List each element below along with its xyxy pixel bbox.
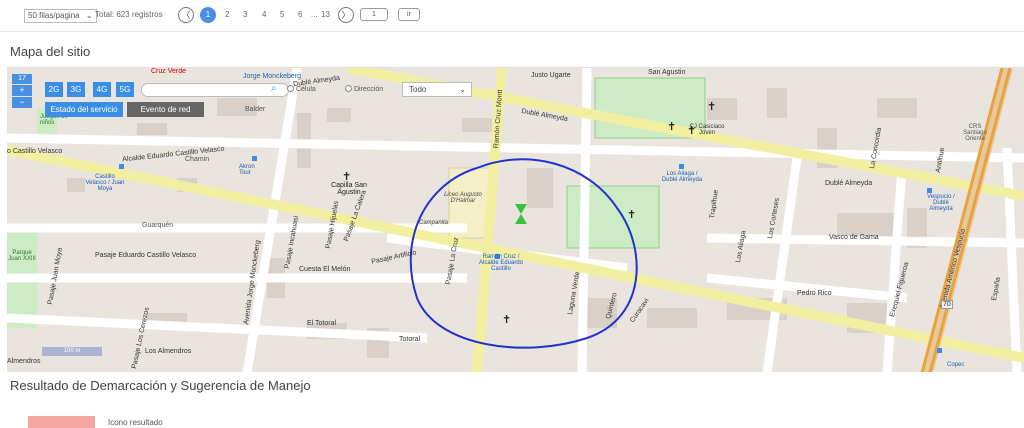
map-label: Pasaje Eduardo Castillo Velasco — [95, 252, 197, 259]
go-button[interactable]: ir — [398, 8, 420, 21]
map-label: Pedro Rico — [797, 290, 832, 297]
page-number-input[interactable]: 1 — [360, 8, 388, 21]
next-page-button[interactable]: 〉 — [338, 7, 354, 23]
map-label: Totoral — [399, 336, 421, 343]
map-label: Vespucio / Dublé Almeyda — [927, 194, 955, 212]
map-label: Justo Ugarte — [531, 72, 571, 79]
route-marker: 70 — [941, 300, 953, 309]
site-marker-icon — [515, 214, 527, 224]
map-label: Cruz Verde — [151, 68, 187, 75]
network-event-button[interactable]: Evento de red — [127, 102, 204, 117]
svg-text:✝: ✝ — [627, 209, 636, 221]
network-2g-button[interactable]: 2G — [45, 82, 63, 97]
page-13-button[interactable]: 13 — [321, 10, 330, 19]
search-icon[interactable]: ⌕ — [271, 83, 277, 94]
zoom-in-button[interactable]: + — [12, 85, 32, 96]
rows-per-page-value: 50 filas/pagina — [28, 11, 80, 20]
rows-per-page-select[interactable]: 50 filas/pagina ⌄ — [24, 9, 97, 23]
map-label: CJ Casiciaco Joven — [689, 124, 725, 136]
radio-cell-label: Célula — [295, 86, 316, 93]
svg-text:✝: ✝ — [707, 101, 716, 113]
service-status-button[interactable]: Estado del servicio — [45, 102, 123, 117]
map-label: Balder — [245, 106, 266, 113]
map-label: Almendros — [7, 358, 41, 365]
map-label: Akron Tour — [239, 164, 255, 176]
site-map-title: Mapa del sitio — [10, 44, 91, 59]
avenue — [921, 68, 1013, 372]
map-label: Vasco de Gama — [829, 234, 879, 241]
prev-page-button[interactable]: 〈 — [178, 7, 194, 23]
map-label: Guarquén — [142, 222, 174, 229]
total-records: Total: 623 registros — [95, 10, 163, 19]
radio-icon — [345, 85, 352, 92]
map-label: Cuesta El Melón — [299, 266, 351, 273]
network-3g-button[interactable]: 3G — [67, 82, 85, 97]
filter-select[interactable]: Todo ⌄ — [402, 82, 472, 97]
site-marker-icon — [515, 204, 527, 214]
site-map[interactable]: ✝ ✝ ✝ ✝ ✝ ✝ Cruz Verde Jorge Monckeberg Dubl… — [7, 67, 1024, 372]
map-label: Ramón Cruz / Alcalde Eduardo Castillo — [478, 254, 524, 272]
page-6-button[interactable]: 6 — [298, 10, 302, 19]
chevron-down-icon: ⌄ — [459, 85, 466, 94]
map-label: San Agustin — [648, 69, 686, 76]
svg-text:✝: ✝ — [667, 121, 676, 133]
zoom-level: 17 — [12, 74, 32, 84]
radio-address-label: Dirección — [353, 86, 384, 93]
map-label: Copec — [947, 362, 965, 368]
radio-icon — [287, 85, 294, 92]
map-label: Los Almendros — [145, 348, 192, 355]
chevron-down-icon: ⌄ — [85, 11, 93, 20]
map-search-input[interactable] — [141, 83, 289, 97]
map-label: o Castillo Velasco — [7, 148, 63, 155]
result-title: Resultado de Demarcación y Sugerencia de… — [10, 378, 311, 393]
network-4g-button[interactable]: 4G — [93, 82, 111, 97]
map-scale: 100 m — [42, 347, 102, 356]
page-4-button[interactable]: 4 — [262, 10, 266, 19]
zoom-out-button[interactable]: − — [12, 97, 32, 108]
map-label: Dublé Almeyda — [825, 180, 873, 187]
map-label: Jorge Monckeberg — [243, 73, 301, 80]
map-label: El Totoral — [307, 320, 337, 327]
radio-cell-option[interactable]: Célula — [287, 85, 316, 93]
map-label: Los Aliaga / Dublé Almeyda — [661, 171, 703, 183]
pagination-ellipsis: ... — [311, 10, 318, 19]
map-label: Parque Juan XXIII — [8, 250, 36, 262]
map-label: Chamin — [185, 156, 210, 163]
network-5g-button[interactable]: 5G — [116, 82, 134, 97]
radio-address-option[interactable]: Dirección — [345, 85, 383, 93]
page-3-button[interactable]: 3 — [243, 10, 247, 19]
zoom-control: 17 + − — [12, 74, 32, 108]
map-label: Campanita — [419, 220, 449, 226]
page-2-button[interactable]: 2 — [225, 10, 229, 19]
map-label: CRS Santiago Oriente — [963, 124, 987, 142]
map-label: Castillo Velasco / Juan Moya — [85, 174, 125, 192]
result-icon — [28, 416, 95, 428]
filter-value: Todo — [409, 85, 427, 94]
map-label: Liceo Augusto D'Halmar — [444, 192, 482, 204]
svg-text:✝: ✝ — [502, 314, 511, 326]
pagination-bar: 50 filas/pagina ⌄ Total: 623 registros 〈… — [0, 0, 1024, 32]
page-1-button[interactable]: 1 — [200, 7, 216, 23]
page-5-button[interactable]: 5 — [280, 10, 284, 19]
